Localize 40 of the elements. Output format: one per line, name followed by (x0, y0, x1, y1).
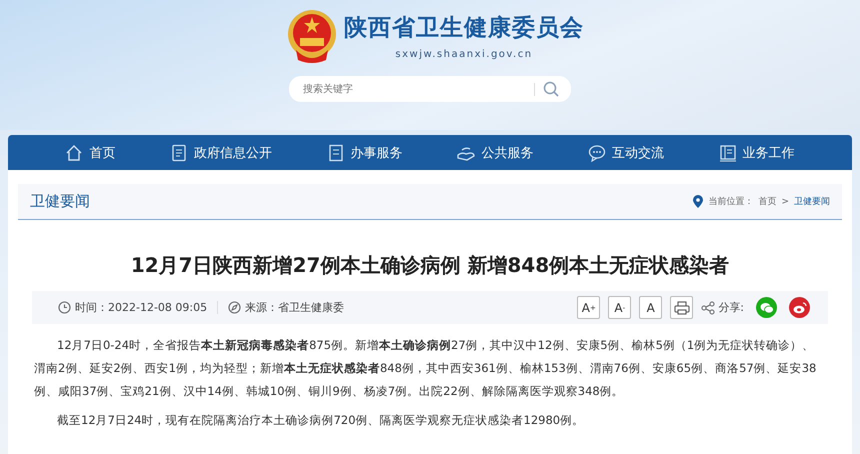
article-paragraph: 12月7日0-24时，全省报告本土新冠病毒感染者875例。新增本土确诊病例27例，其中汉中12例、安康5例、榆林5例（1例为无症状转确诊）、渭南2例、延安2例、西安1例，均为轻型；新增本土无症状感染者848例，其中西安361例、榆林153例、渭南76例、安康65例、商洛57例、延安38例、咸阳37例、宝鸡21例、汉中14例、韩城10例、铜川9例、杨凌7例。出院22例、解除隔离医学观察348例。 (34, 337, 818, 400)
section-title: 卫健要闻 (30, 192, 90, 211)
printer-icon (674, 300, 690, 314)
share-icon (701, 300, 716, 314)
font-size-button[interactable]: A$^{+}$ (577, 296, 600, 319)
home-icon (65, 144, 84, 162)
source-text: 来源：省卫生健康委 (245, 300, 344, 315)
print-button[interactable] (670, 296, 694, 319)
location-label: 当前位置： (708, 196, 754, 208)
share-label: 分享: (718, 300, 744, 315)
wechat-share-button[interactable] (756, 297, 777, 318)
clock-icon (58, 301, 71, 314)
breadcrumb-link[interactable]: 卫健要闻 (794, 195, 830, 208)
nav-item[interactable]: 首页 (65, 144, 116, 162)
weibo-share-button[interactable] (789, 297, 810, 318)
chat-bubbles-icon (760, 302, 774, 314)
search-icon (543, 81, 559, 97)
search-field[interactable]: 搜索关键字 (289, 76, 571, 102)
list-icon (170, 144, 188, 162)
font-size-button[interactable]: A (639, 296, 662, 319)
font-size-button[interactable]: A$^{-}$ (608, 296, 632, 319)
breadcrumb-link[interactable]: 首页 (758, 195, 776, 208)
article-title: 12月7日陕西新增27例本土确诊病例 新增848例本土无症状感染者 (130, 252, 730, 279)
nav-item[interactable]: 办事服务 (326, 144, 403, 162)
eye-icon (792, 302, 806, 314)
book-icon (718, 144, 737, 162)
publish-time: 时间：2022-12-08 09:05 (75, 300, 208, 315)
nav-item[interactable]: 互动交流 (588, 144, 664, 162)
compass-icon (228, 301, 242, 314)
emblem-icon (286, 8, 338, 64)
breadcrumb-separator: > (781, 196, 789, 206)
chat-icon (588, 144, 606, 162)
article-paragraph: 截至12月7日24时，现有在院隔离治疗本土确诊病例720例、隔离医学观察无症状感染者12980例。 (56, 412, 586, 429)
nav-item[interactable]: 政府信息公开 (170, 144, 272, 162)
site-title: 陕西省卫生健康委员会 (344, 13, 584, 43)
location-pin-icon (693, 195, 704, 208)
nav-item[interactable]: 公共服务 (457, 144, 534, 162)
document-icon (326, 144, 345, 162)
nav-item[interactable]: 业务工作 (718, 144, 795, 162)
site-domain: sxwjw.shaanxi.gov.cn (395, 49, 533, 60)
